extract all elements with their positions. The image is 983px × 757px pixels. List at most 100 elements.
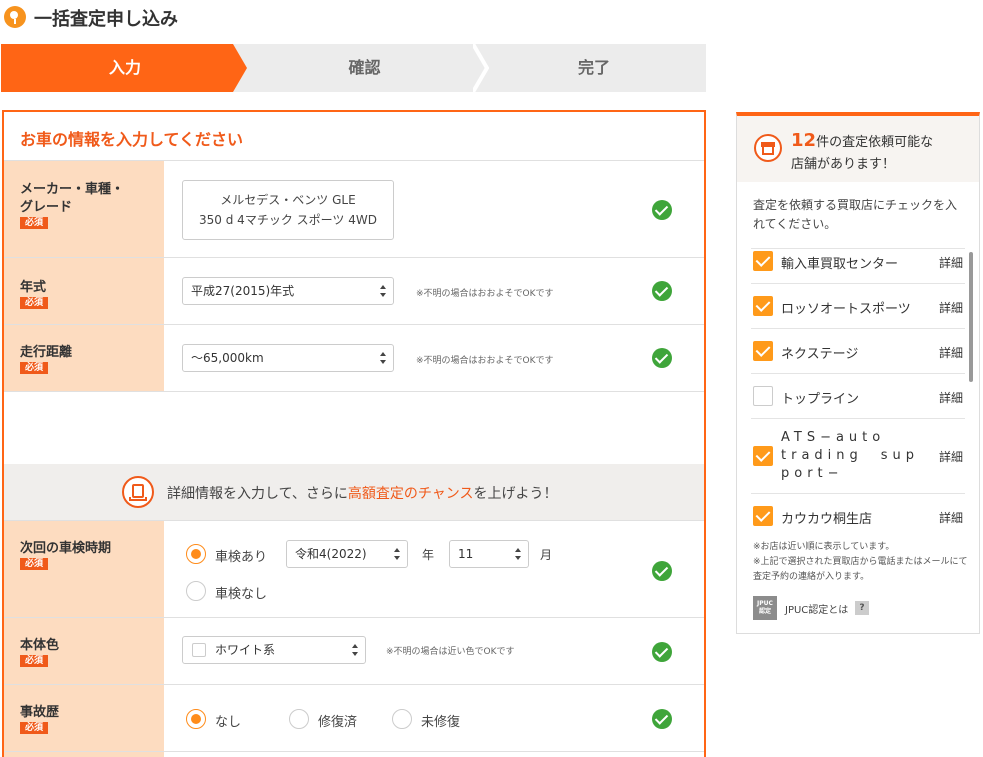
step-input: 入力 [1,44,247,92]
shop-detail-link[interactable]: 詳細 [939,509,963,526]
accident-repaired-label[interactable]: 修復済 [318,711,357,730]
select-arrows-icon [394,548,400,560]
color-label: 本体色 [20,638,60,653]
required-badge: 必須 [20,558,49,570]
car-model-line1: メルセデス・ベンツ GLE [220,193,356,207]
shop-name: ATS−auto trading sup port− [781,430,938,481]
check-ok-icon [652,561,672,581]
shop-icon [754,134,782,162]
inspection-yes-radio[interactable] [186,544,206,564]
jpuc-logo-line2: 認定 [758,608,771,615]
row-label-bg: 本体色 必須 [4,618,164,684]
shop-checkbox[interactable] [753,386,773,406]
mileage-label: 走行距離 [20,345,73,360]
shop-list-scrollbar[interactable] [969,252,973,382]
mileage-select-value: 〜65,000km [191,351,264,365]
color-select-value: ホワイト系 [215,643,276,657]
color-swatch [192,643,206,657]
shop-detail-link[interactable]: 詳細 [939,344,963,361]
shop-checkbox[interactable] [753,506,773,526]
inspection-label: 次回の車検時期 [20,541,112,556]
form-heading: お車の情報を入力してください [20,130,244,149]
shop-checkbox[interactable] [753,446,773,466]
row-label-bg [4,752,164,757]
required-badge: 必須 [20,297,49,309]
year-select[interactable]: 平成27(2015)年式 [182,277,394,305]
car-model-display[interactable]: メルセデス・ベンツ GLE 350 d 4マチック スポーツ 4WD [182,180,394,240]
color-select[interactable]: ホワイト系 [182,636,366,664]
maker-label-line1: メーカー・車種・ [20,182,125,197]
detail-banner: 詳細情報を入力して、さらに高額査定のチャンスを上げよう！ [4,464,704,520]
shop-item: ロッソオートスポーツ 詳細 [751,283,965,328]
year-note: ※不明の場合はおおよそでOKです [416,289,554,299]
shop-item: ネクステージ 詳細 [751,328,965,373]
shop-checkbox[interactable] [753,296,773,316]
accident-unrepaired-label[interactable]: 未修復 [421,711,460,730]
sidebar-footnote: ※お店は近い順に表示しています。 ※上記で選択された買取店から電話またはメールに… [753,540,971,585]
row-label-bg: 次回の車検時期 必須 [4,521,164,617]
accident-row: 事故歴 必須 なし 修復済 未修復 [4,685,704,752]
required-badge: 必須 [20,217,49,229]
inspection-year-unit: 年 [422,548,435,562]
row-label-bg: 事故歴 必須 [4,685,164,751]
shop-count: 12件の査定依頼可能な 店舗があります！ [791,130,971,176]
logo-icon [4,6,26,28]
document-icon [122,476,154,508]
row-label-bg: 走行距離 必須 [4,325,164,391]
year-select-value: 平成27(2015)年式 [191,284,295,298]
row-label-bg: 年式 必須 [4,258,164,324]
shop-item: ATS−auto trading sup port− 詳細 [751,418,965,493]
help-icon[interactable]: ? [855,601,869,615]
shop-sidebar: 12件の査定依頼可能な 店舗があります！ 査定を依頼する買取店にチェックを入れて… [736,112,980,634]
color-note: ※不明の場合は近い色でOKです [386,647,515,657]
inspection-row: 次回の車検時期 必須 車検あり 令和4(2022) 年 11 月 車検なし [4,520,704,618]
shop-count-number: 12 [791,130,817,151]
shop-name: ロッソオートスポーツ [781,302,911,317]
color-row: 本体色 必須 ホワイト系 ※不明の場合は近い色でOKです [4,618,704,685]
sidebar-header: 12件の査定依頼可能な 店舗があります！ [737,116,979,182]
accident-repaired-radio[interactable] [289,709,309,729]
sidebar-instruction: 査定を依頼する買取店にチェックを入れてください。 [753,198,958,231]
jpuc-link[interactable]: JPUC認定とは [785,601,848,616]
shop-detail-link[interactable]: 詳細 [939,299,963,316]
check-ok-icon [652,348,672,368]
next-row [4,752,704,757]
page-header: 一括査定申し込み [0,0,983,34]
select-arrows-icon [515,548,521,560]
maker-label-line2: グレード [20,200,73,215]
inspection-no-radio[interactable] [186,581,206,601]
year-row: 年式 必須 平成27(2015)年式 ※不明の場合はおおよそでOKです [4,258,704,325]
select-arrows-icon [380,352,386,364]
inspection-year-select[interactable]: 令和4(2022) [286,540,408,568]
detail-banner-highlight: 高額査定のチャンス [347,486,474,502]
step-complete: 完了 [577,58,610,77]
accident-label: 事故歴 [20,705,60,720]
shop-detail-link[interactable]: 詳細 [939,389,963,406]
accident-unrepaired-radio[interactable] [392,709,412,729]
mileage-select[interactable]: 〜65,000km [182,344,394,372]
year-label: 年式 [20,280,47,295]
check-ok-icon [652,709,672,729]
inspection-no-label[interactable]: 車検なし [215,583,267,602]
shop-item: カウカウ桐生店 詳細 [751,493,965,527]
inspection-month-value: 11 [458,547,474,561]
shop-name: ネクステージ [781,347,859,362]
shop-checkbox[interactable] [753,251,773,271]
row-label-bg: メーカー・車種・ グレード 必須 [4,161,164,257]
required-badge: 必須 [20,722,49,734]
mileage-note: ※不明の場合はおおよそでOKです [416,356,554,366]
inspection-month-select[interactable]: 11 [449,540,529,568]
shop-item: トップライン 詳細 [751,373,965,418]
accident-none-radio[interactable] [186,709,206,729]
required-badge: 必須 [20,362,49,374]
shop-checkbox[interactable] [753,341,773,361]
accident-none-label[interactable]: なし [215,711,241,730]
shop-detail-link[interactable]: 詳細 [939,448,963,465]
shop-detail-link[interactable]: 詳細 [939,254,963,271]
jpuc-logo-line1: JPUC [757,600,773,607]
inspection-yes-label[interactable]: 車検あり [215,546,267,565]
mileage-row: 走行距離 必須 〜65,000km ※不明の場合はおおよそでOKです [4,325,704,392]
progress-steps: 入力 確認 完了 [1,44,706,92]
shop-name: カウカウ桐生店 [781,512,873,527]
detail-banner-text: 詳細情報を入力して、さらに高額査定のチャンスを上げよう！ [167,483,557,503]
